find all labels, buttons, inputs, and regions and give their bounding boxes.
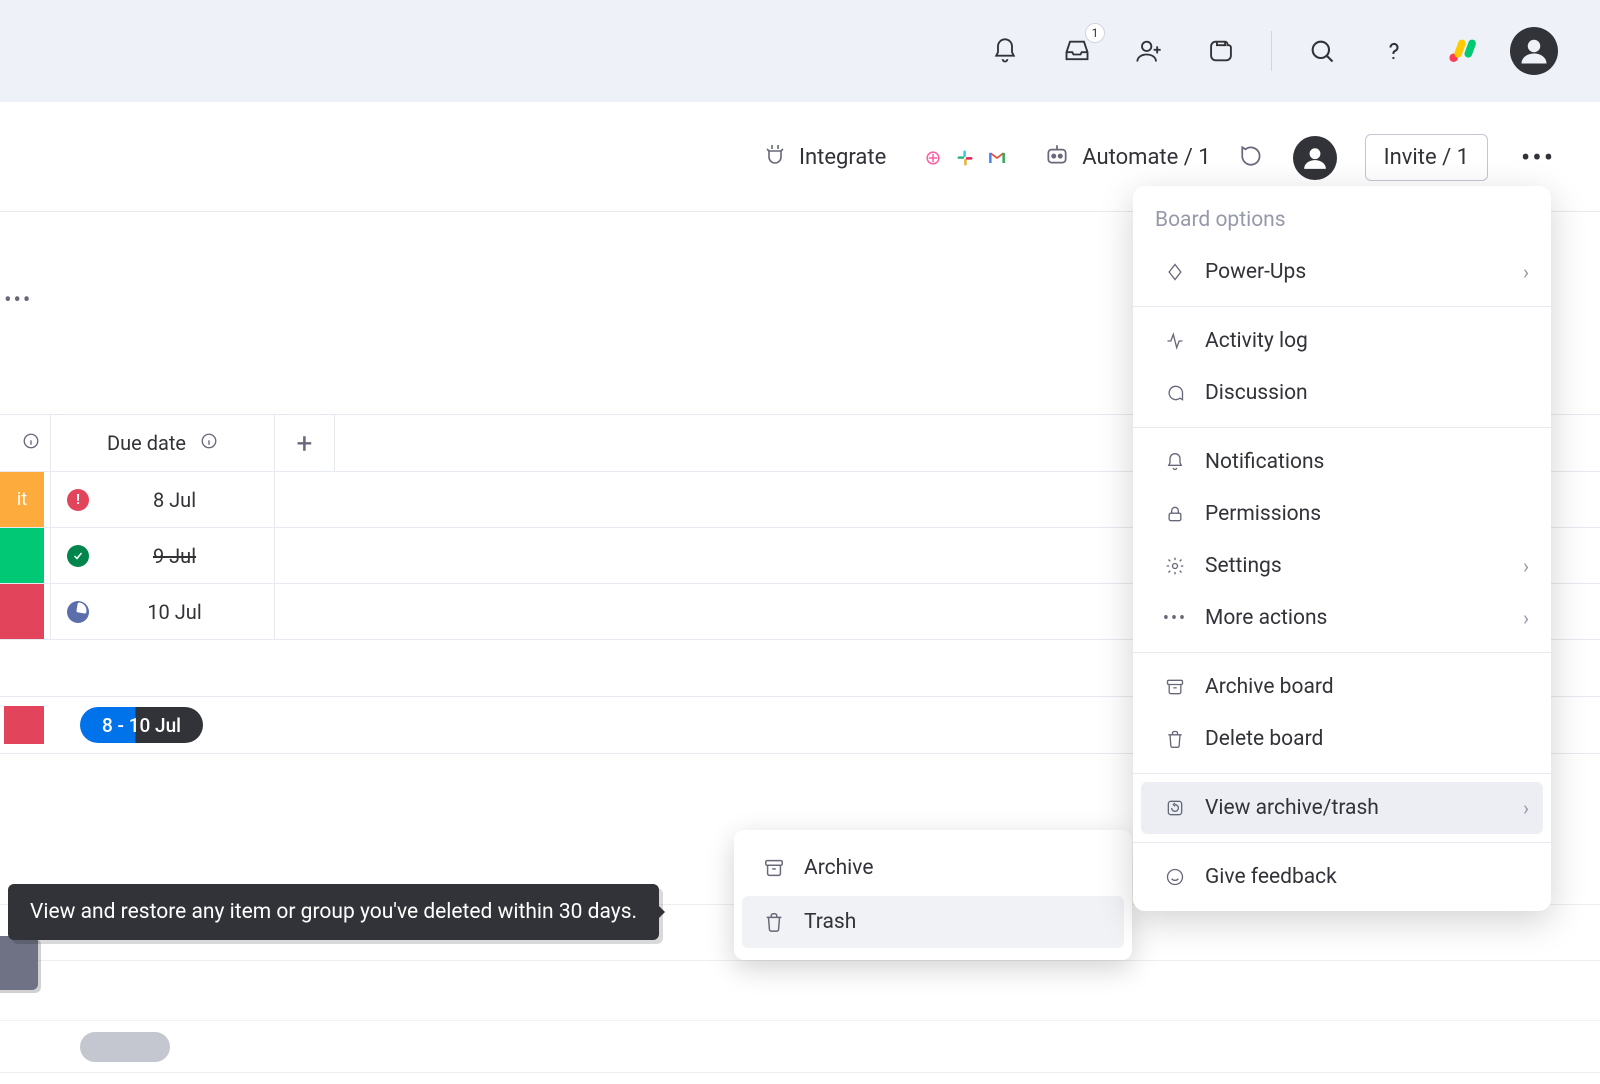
board-options-menu: Board options Power-Ups › Activity log D… [1133, 186, 1551, 911]
board-owner-avatar[interactable] [1293, 136, 1337, 180]
chevron-right-icon: › [1523, 606, 1529, 630]
menu-activity-log[interactable]: Activity log [1141, 315, 1543, 367]
integration-hex-gmail[interactable] [978, 139, 1016, 177]
chevron-right-icon: › [1523, 796, 1529, 820]
integrate-button[interactable]: Integrate [763, 143, 886, 173]
status-cell[interactable] [0, 528, 44, 583]
clock-icon [67, 601, 89, 623]
trash-icon [762, 911, 786, 933]
date-range-pill[interactable]: 8 - 10 Jul [80, 707, 203, 743]
submenu-trash[interactable]: Trash [742, 896, 1124, 948]
menu-settings[interactable]: Settings › [1141, 540, 1543, 592]
chevron-right-icon: › [1523, 260, 1529, 284]
profile-avatar[interactable] [1510, 27, 1558, 75]
due-date-value: 9 Jul [105, 544, 274, 568]
submenu-archive-label: Archive [804, 856, 873, 880]
menu-delete-board[interactable]: Delete board [1141, 713, 1543, 765]
notifications-icon[interactable] [983, 29, 1027, 73]
integrate-icon [763, 143, 787, 173]
activity-icon [1163, 331, 1187, 351]
menu-discussion[interactable]: Discussion [1141, 367, 1543, 419]
integrate-label: Integrate [799, 145, 886, 170]
row-divider [0, 1072, 1600, 1073]
apps-icon[interactable] [1199, 29, 1243, 73]
info-icon [22, 432, 40, 454]
menu-more-actions[interactable]: ••• More actions › [1141, 592, 1543, 644]
menu-archive-board[interactable]: Archive board [1141, 661, 1543, 713]
due-date-header-label: Due date [107, 431, 186, 455]
due-date-cell[interactable]: ! 8 Jul [50, 472, 275, 527]
invite-button[interactable]: Invite / 1 [1365, 134, 1488, 181]
info-icon [200, 431, 218, 455]
menu-permissions[interactable]: Permissions [1141, 488, 1543, 540]
tab-more-icon[interactable]: ••• [4, 288, 32, 313]
add-column-button[interactable]: + [275, 415, 335, 471]
bell-icon [1163, 452, 1187, 472]
trash-icon [1163, 729, 1187, 749]
integration-apps[interactable] [914, 139, 1016, 177]
status-column-header[interactable] [0, 432, 50, 454]
menu-give-feedback[interactable]: Give feedback [1141, 851, 1543, 903]
invite-members-icon[interactable] [1127, 29, 1171, 73]
archive-icon [762, 857, 786, 879]
menu-notifications[interactable]: Notifications [1141, 436, 1543, 488]
collapsed-group-color[interactable] [0, 936, 38, 990]
automate-button[interactable]: Automate / 1 [1044, 142, 1210, 174]
status-cell[interactable] [0, 584, 44, 639]
trash-tooltip: View and restore any item or group you'v… [8, 884, 659, 940]
global-header: 1 [0, 0, 1600, 102]
automate-label: Automate / 1 [1082, 145, 1210, 170]
due-date-value: 10 Jul [105, 600, 274, 624]
done-icon [67, 545, 89, 567]
search-icon[interactable] [1300, 29, 1344, 73]
submenu-trash-label: Trash [804, 910, 856, 934]
feedback-icon [1163, 867, 1187, 887]
discussion-icon [1163, 383, 1187, 403]
archive-trash-submenu: Archive Trash [734, 830, 1132, 960]
menu-view-archive-trash[interactable]: View archive/trash › [1141, 782, 1543, 834]
more-icon: ••• [1163, 608, 1187, 629]
diamond-icon [1163, 262, 1187, 282]
due-date-value: 8 Jul [105, 488, 274, 512]
help-icon[interactable] [1372, 29, 1416, 73]
integration-hex-1[interactable] [914, 139, 952, 177]
integration-hex-slack[interactable] [946, 139, 984, 177]
automate-icon [1044, 142, 1070, 174]
overdue-icon: ! [67, 489, 89, 511]
brand-logo-icon[interactable] [1444, 32, 1482, 70]
submenu-archive[interactable]: Archive [742, 842, 1124, 894]
timeline-placeholder [80, 1032, 170, 1062]
archive-icon [1163, 677, 1187, 697]
due-date-column-header[interactable]: Due date [50, 415, 275, 471]
board-more-button[interactable]: ••• [1516, 141, 1560, 174]
board-discussion-icon[interactable] [1239, 143, 1265, 173]
chevron-right-icon: › [1523, 554, 1529, 578]
restore-icon [1163, 798, 1187, 818]
gear-icon [1163, 556, 1187, 576]
status-cell[interactable]: it [0, 472, 44, 527]
collapsed-group-row [0, 1020, 1600, 1072]
lock-icon [1163, 504, 1187, 524]
status-summary-cell[interactable] [4, 706, 44, 744]
due-date-cell[interactable]: 10 Jul [50, 584, 275, 639]
due-date-cell[interactable]: 9 Jul [50, 528, 275, 583]
row-divider [0, 960, 1600, 961]
board-options-title: Board options [1133, 200, 1551, 246]
inbox-icon[interactable]: 1 [1055, 29, 1099, 73]
header-divider [1271, 31, 1272, 71]
inbox-badge: 1 [1085, 23, 1105, 43]
menu-power-ups[interactable]: Power-Ups › [1141, 246, 1543, 298]
